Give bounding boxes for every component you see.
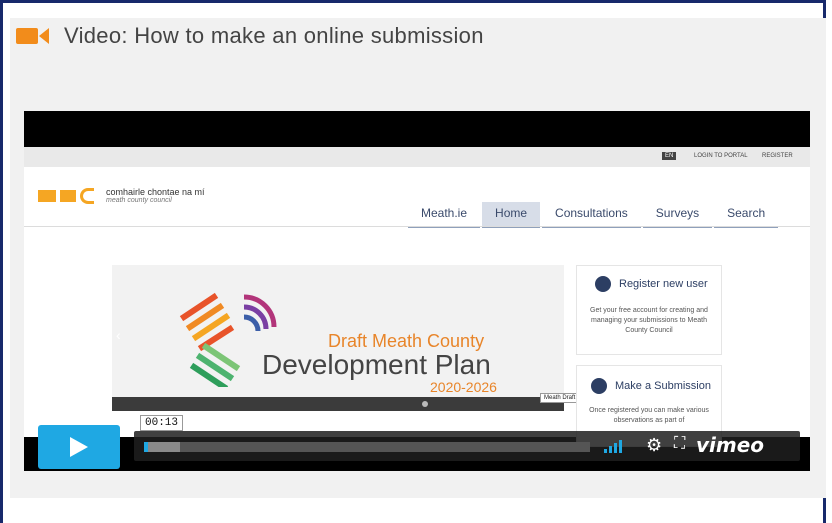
nav-meath: Meath.ie — [408, 202, 481, 228]
site-topbar: EN LOGIN TO PORTAL REGISTER — [24, 147, 810, 167]
banner-line2: Development Plan — [262, 349, 491, 380]
site-nav: Meath.ie Home Consultations Surveys Sear… — [408, 202, 780, 228]
submission-text: Once registered you can make various obs… — [589, 407, 709, 424]
player-controls: ⚙ ⛶ vimeo 00:13 — [24, 415, 810, 469]
page-title: Video: How to make an online submission — [64, 23, 484, 48]
volume-icon[interactable] — [604, 439, 624, 453]
register-heading: Register new user — [619, 278, 708, 290]
login-link: LOGIN TO PORTAL — [694, 153, 748, 159]
nav-search: Search — [714, 202, 779, 228]
council-logo-mark — [38, 187, 98, 204]
banner-line3: 2020-2026 — [430, 379, 497, 395]
council-logo: comhairle chontae na mí meath county cou… — [38, 187, 205, 204]
control-bar: ⚙ ⛶ vimeo — [134, 431, 800, 461]
progress-buffer — [144, 442, 180, 452]
submission-heading: Make a Submission — [615, 380, 711, 392]
carousel-indicator-bar — [112, 397, 564, 411]
card-header: Video: How to make an online submission — [16, 22, 484, 50]
register-card: Register new user Get your free account … — [576, 265, 722, 355]
vimeo-logo[interactable]: vimeo — [696, 433, 764, 457]
language-badge: EN — [662, 152, 677, 160]
video-camera-icon — [16, 26, 52, 46]
carousel-prev-icon: ‹ — [116, 327, 121, 343]
nav-surveys: Surveys — [642, 202, 713, 228]
settings-gear-icon[interactable]: ⚙ — [646, 435, 662, 456]
nav-divider — [24, 226, 810, 227]
register-text: Get your free account for creating and m… — [590, 307, 708, 334]
edit-icon — [591, 378, 607, 394]
progress-played — [144, 442, 149, 452]
register-link: REGISTER — [762, 153, 793, 159]
progress-bar[interactable] — [144, 442, 590, 452]
logo-sub-text: meath county council — [106, 197, 172, 204]
fullscreen-icon[interactable]: ⛶ — [674, 435, 685, 453]
play-icon — [70, 437, 88, 457]
play-button[interactable] — [38, 425, 120, 469]
user-icon — [595, 276, 611, 292]
carousel-dot — [422, 401, 428, 407]
time-tooltip: 00:13 — [140, 415, 184, 431]
logo-main-text: comhairle chontae na mí — [106, 187, 205, 197]
video-frame-website: EN LOGIN TO PORTAL REGISTER comhairle ch… — [24, 147, 810, 447]
nav-home: Home — [482, 202, 541, 228]
video-player[interactable]: EN LOGIN TO PORTAL REGISTER comhairle ch… — [24, 111, 810, 471]
nav-consultations: Consultations — [542, 202, 641, 228]
